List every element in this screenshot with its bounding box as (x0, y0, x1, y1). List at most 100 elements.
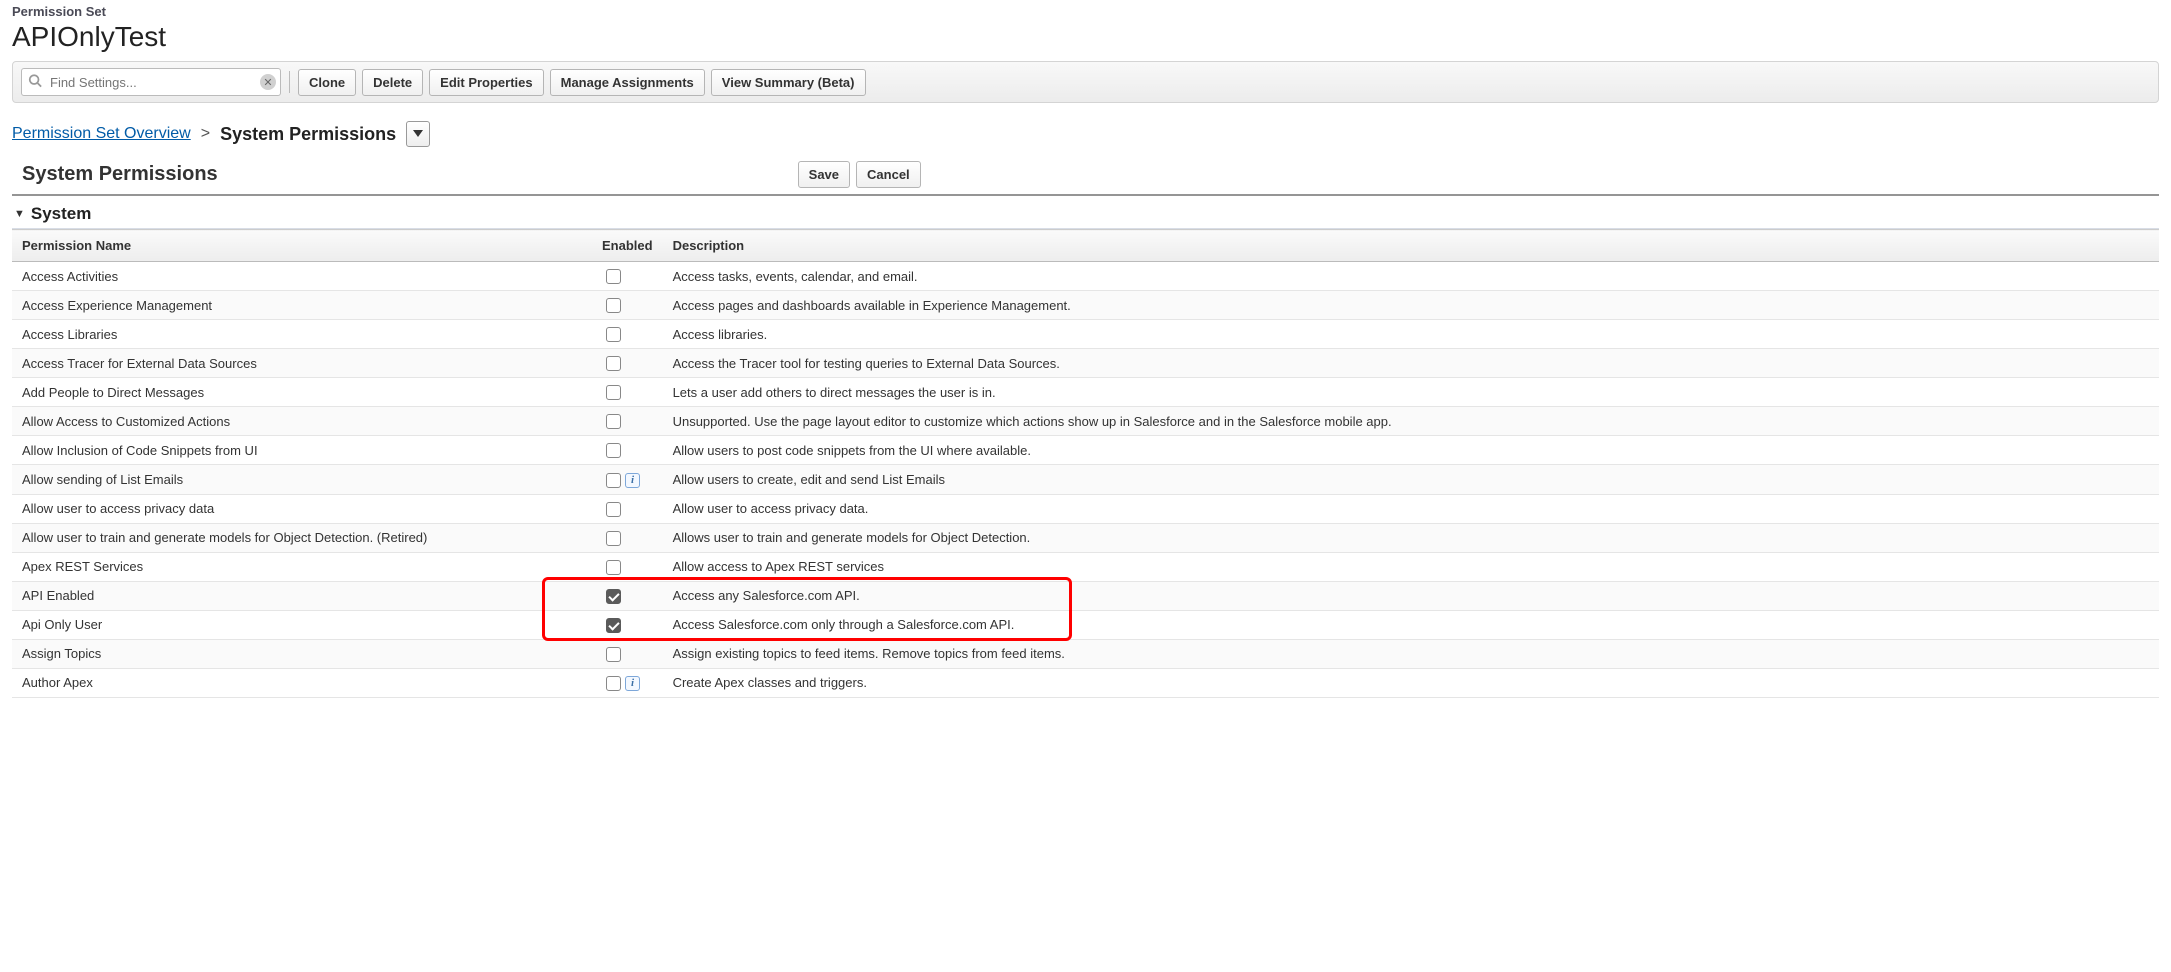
enabled-checkbox[interactable] (606, 676, 621, 691)
toolbar-divider (289, 71, 290, 93)
description-cell: Allows user to train and generate models… (663, 523, 2159, 552)
enabled-cell: i (592, 465, 663, 494)
group-header-system[interactable]: ▼ System (12, 200, 2159, 229)
collapse-icon: ▼ (14, 208, 25, 220)
table-row: Access Libraries Access libraries. (12, 320, 2159, 349)
enabled-checkbox[interactable] (606, 531, 621, 546)
table-row: Allow user to access privacy data Allow u… (12, 494, 2159, 523)
description-cell: Access libraries. (663, 320, 2159, 349)
breadcrumb-current: System Permissions (220, 124, 396, 145)
description-cell: Allow user to access privacy data. (663, 494, 2159, 523)
group-label: System (31, 204, 91, 224)
permission-name-cell: Allow Inclusion of Code Snippets from UI (12, 436, 592, 465)
enabled-cell (592, 291, 663, 320)
permission-name-cell: Allow Access to Customized Actions (12, 407, 592, 436)
section-divider (12, 194, 2159, 196)
table-row: Allow sending of List Emails i Allow users… (12, 465, 2159, 494)
col-header-description: Description (663, 230, 2159, 262)
table-row: Author Apex i Create Apex classes and trig… (12, 668, 2159, 697)
enabled-checkbox[interactable] (606, 473, 621, 488)
enabled-cell (592, 262, 663, 291)
manage-assignments-button[interactable]: Manage Assignments (550, 69, 705, 96)
permission-name-cell: Apex REST Services (12, 552, 592, 581)
page-title: APIOnlyTest (12, 21, 2159, 53)
table-row: Access Tracer for External Data Sources A… (12, 349, 2159, 378)
description-cell: Allow users to create, edit and send Lis… (663, 465, 2159, 494)
section-header: System Permissions Save Cancel (22, 161, 2159, 188)
permission-name-cell: Access Activities (12, 262, 592, 291)
table-row: API Enabled Access any Salesforce.com API… (12, 581, 2159, 610)
table-row: Allow Inclusion of Code Snippets from UI… (12, 436, 2159, 465)
permission-name-cell: Allow sending of List Emails (12, 465, 592, 494)
table-row: Access Experience ManagementAccess pages… (12, 291, 2159, 320)
enabled-cell (592, 320, 663, 349)
table-wrap: Permission Name Enabled Description Acce… (12, 229, 2159, 698)
table-row: Allow Access to Customized Actions Unsupp… (12, 407, 2159, 436)
permission-name-cell: Allow user to access privacy data (12, 494, 592, 523)
col-header-name: Permission Name (12, 230, 592, 262)
cancel-button[interactable]: Cancel (856, 161, 921, 188)
enabled-checkbox[interactable] (606, 356, 621, 371)
enabled-checkbox[interactable] (606, 327, 621, 342)
permission-name-cell: Author Apex (12, 668, 592, 697)
enabled-checkbox[interactable] (606, 589, 621, 604)
enabled-cell: i (592, 668, 663, 697)
section-title: System Permissions (22, 163, 218, 186)
table-row: Assign TopicsAssign existing topics to f… (12, 639, 2159, 668)
permission-name-cell: Access Libraries (12, 320, 592, 349)
enabled-cell (592, 349, 663, 378)
info-icon[interactable]: i (625, 676, 640, 691)
enabled-cell (592, 523, 663, 552)
enabled-cell (592, 552, 663, 581)
enabled-checkbox[interactable] (606, 647, 621, 662)
breadcrumb-overview-link[interactable]: Permission Set Overview (12, 125, 191, 143)
enabled-checkbox[interactable] (606, 385, 621, 400)
enabled-cell (592, 610, 663, 639)
breadcrumb-dropdown-button[interactable] (406, 121, 430, 147)
enabled-checkbox[interactable] (606, 443, 621, 458)
enabled-cell (592, 407, 663, 436)
enabled-cell (592, 639, 663, 668)
description-cell: Unsupported. Use the page layout editor … (663, 407, 2159, 436)
permission-name-cell: Add People to Direct Messages (12, 378, 592, 407)
description-cell: Access pages and dashboards available in… (663, 291, 2159, 320)
header-label: Permission Set (12, 4, 2159, 19)
clear-icon[interactable]: ✕ (260, 74, 276, 90)
description-cell: Access the Tracer tool for testing queri… (663, 349, 2159, 378)
enabled-cell (592, 581, 663, 610)
section-actions: Save Cancel (798, 161, 921, 188)
view-summary-button[interactable]: View Summary (Beta) (711, 69, 866, 96)
description-cell: Access any Salesforce.com API. (663, 581, 2159, 610)
table-row: Api Only UserAccess Salesforce.com only … (12, 610, 2159, 639)
enabled-checkbox[interactable] (606, 269, 621, 284)
permission-name-cell: Access Tracer for External Data Sources (12, 349, 592, 378)
permission-name-cell: Allow user to train and generate models … (12, 523, 592, 552)
enabled-cell (592, 494, 663, 523)
enabled-checkbox[interactable] (606, 560, 621, 575)
description-cell: Allow access to Apex REST services (663, 552, 2159, 581)
col-header-enabled: Enabled (592, 230, 663, 262)
enabled-checkbox[interactable] (606, 414, 621, 429)
table-row: Apex REST Services Allow access to Apex R… (12, 552, 2159, 581)
enabled-cell (592, 436, 663, 465)
search-input[interactable] (21, 68, 281, 96)
breadcrumb-separator: > (201, 125, 210, 143)
toolbar: ✕ Clone Delete Edit Properties Manage As… (12, 61, 2159, 103)
enabled-checkbox[interactable] (606, 618, 621, 633)
edit-properties-button[interactable]: Edit Properties (429, 69, 543, 96)
info-icon[interactable]: i (625, 473, 640, 488)
description-cell: Allow users to post code snippets from t… (663, 436, 2159, 465)
permission-name-cell: Api Only User (12, 610, 592, 639)
permission-name-cell: API Enabled (12, 581, 592, 610)
enabled-checkbox[interactable] (606, 298, 621, 313)
table-row: Allow user to train and generate models … (12, 523, 2159, 552)
delete-button[interactable]: Delete (362, 69, 423, 96)
save-button[interactable]: Save (798, 161, 850, 188)
description-cell: Create Apex classes and triggers. (663, 668, 2159, 697)
clone-button[interactable]: Clone (298, 69, 356, 96)
table-row: Access Activities Access tasks, events, c… (12, 262, 2159, 291)
description-cell: Access tasks, events, calendar, and emai… (663, 262, 2159, 291)
permissions-table: Permission Name Enabled Description Acce… (12, 229, 2159, 698)
table-row: Add People to Direct MessagesLets a user… (12, 378, 2159, 407)
enabled-checkbox[interactable] (606, 502, 621, 517)
